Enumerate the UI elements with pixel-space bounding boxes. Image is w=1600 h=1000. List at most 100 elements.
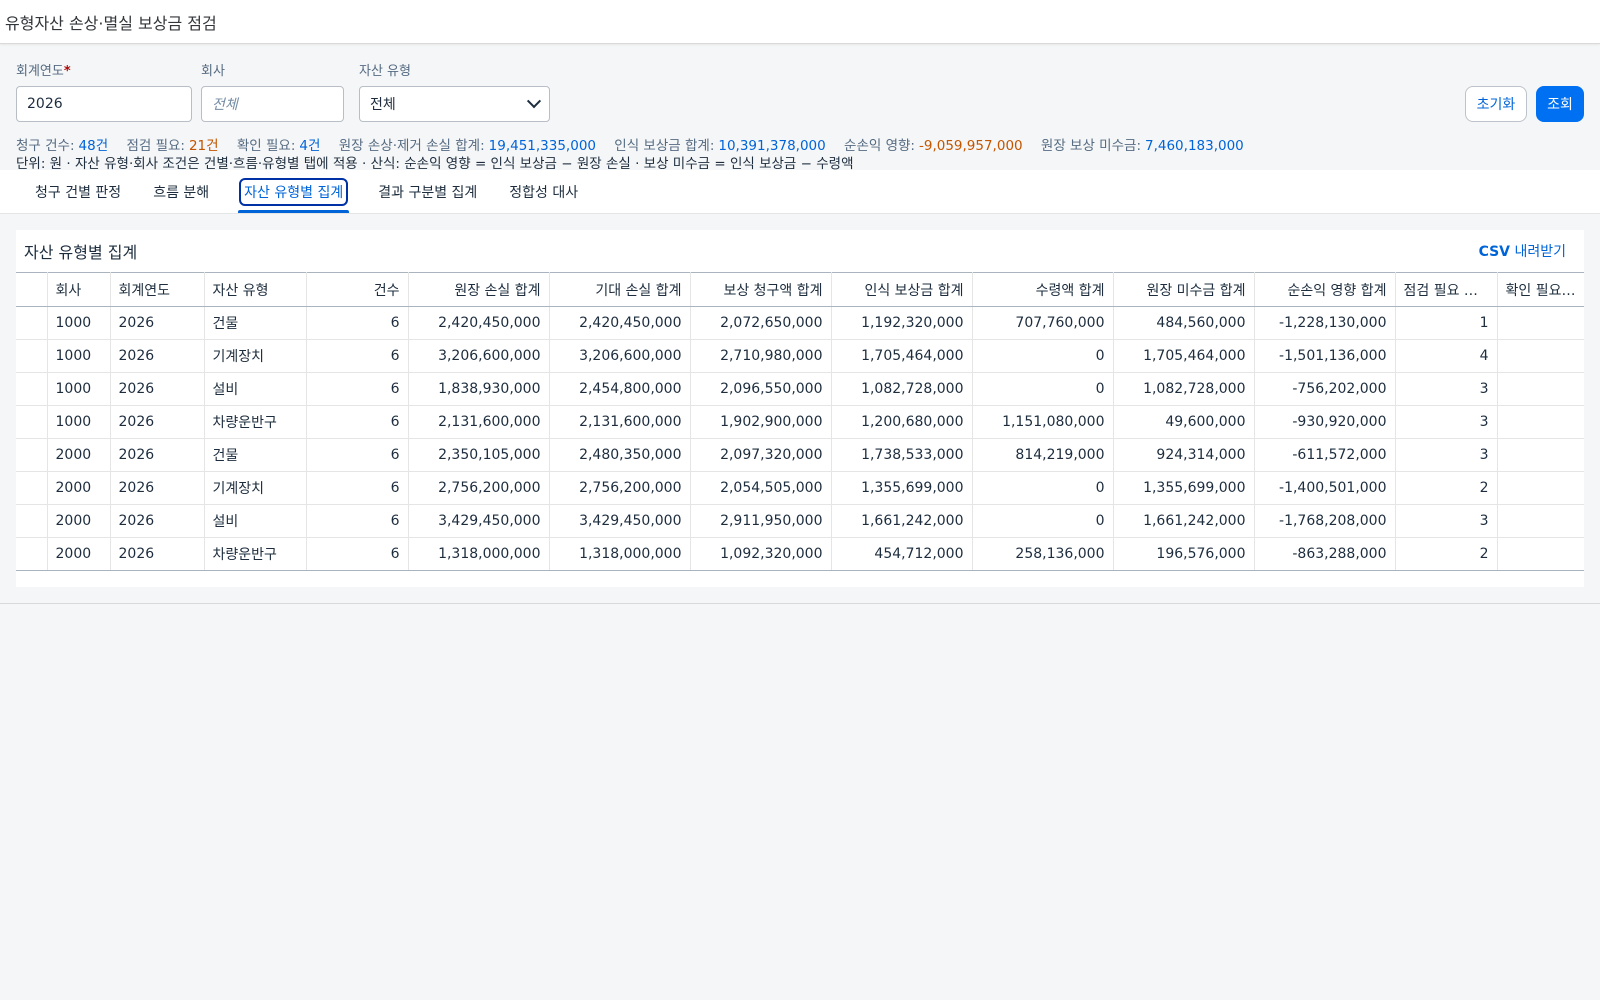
tab-asset-type-summary[interactable]: 자산 유형별 집계 bbox=[225, 170, 362, 213]
table-cell: 1000 bbox=[47, 339, 111, 373]
kpi-receivable: 원장 보상 미수금: 7,460,183,000 bbox=[1040, 138, 1244, 154]
col-check-needed[interactable]: 확인 필요 건수 bbox=[1497, 272, 1584, 307]
table-cell: 454,712,000 bbox=[831, 537, 973, 571]
table-cell: -1,400,501,000 bbox=[1254, 471, 1396, 505]
col-claim-amount[interactable]: 보상 청구액 합계 bbox=[690, 272, 832, 307]
col-recognized[interactable]: 인식 보상금 합계 bbox=[831, 272, 973, 307]
table-cell: 1,082,728,000 bbox=[831, 372, 973, 406]
table-row[interactable]: 2000 2026 설비 6 3,429,450,000 3,429,450,000 2,9… bbox=[16, 504, 1584, 538]
table-cell: -611,572,000 bbox=[1254, 438, 1396, 472]
asset-type-value: 전체 bbox=[370, 97, 396, 113]
table-cell: 기계장치 bbox=[204, 471, 307, 505]
table-cell bbox=[16, 306, 48, 340]
content-area: 자산 유형별 집계 CSV 내려받기 회사 회계연도 자산 유형 건수 원장 손… bbox=[0, 214, 1600, 604]
table-cell: 484,560,000 bbox=[1113, 306, 1255, 340]
table-cell: 1,318,000,000 bbox=[549, 537, 691, 571]
table-cell: 6 bbox=[306, 372, 409, 406]
col-received[interactable]: 수령액 합계 bbox=[972, 272, 1114, 307]
table-cell: 1,318,000,000 bbox=[408, 537, 550, 571]
table-cell: 0 bbox=[972, 372, 1114, 406]
table-cell: 2000 bbox=[47, 438, 111, 472]
col-asset-type[interactable]: 자산 유형 bbox=[204, 272, 307, 307]
table-cell: 2000 bbox=[47, 504, 111, 538]
table-cell bbox=[1497, 372, 1584, 406]
table-row[interactable]: 2000 2026 차량운반구 6 1,318,000,000 1,318,000,000… bbox=[16, 537, 1584, 571]
table-cell bbox=[16, 504, 48, 538]
table-cell: 1 bbox=[1395, 306, 1498, 340]
table-cell: 설비 bbox=[204, 504, 307, 538]
table-cell bbox=[16, 339, 48, 373]
col-expected-loss[interactable]: 기대 손실 합계 bbox=[549, 272, 691, 307]
table-cell: -1,228,130,000 bbox=[1254, 306, 1396, 340]
table-cell: 1,151,080,000 bbox=[972, 405, 1114, 439]
search-button[interactable]: 조회 bbox=[1536, 86, 1584, 122]
table-cell: 2,131,600,000 bbox=[408, 405, 550, 439]
table-row[interactable]: 2000 2026 기계장치 6 2,756,200,000 2,756,200,000 2… bbox=[16, 471, 1584, 505]
table-cell: 0 bbox=[972, 471, 1114, 505]
panel-title: 자산 유형별 집계 bbox=[24, 243, 138, 262]
table-cell: 258,136,000 bbox=[972, 537, 1114, 571]
table-row[interactable]: 2000 2026 건물 6 2,350,105,000 2,480,350,000 2,0… bbox=[16, 438, 1584, 472]
filter-actions: 초기화 조회 bbox=[1465, 86, 1584, 122]
table-cell: -1,768,208,000 bbox=[1254, 504, 1396, 538]
col-net-impact[interactable]: 순손익 영향 합계 bbox=[1254, 272, 1396, 307]
asset-type-select[interactable]: 전체 bbox=[359, 86, 550, 122]
table-cell: 2,072,650,000 bbox=[690, 306, 832, 340]
summary-strip: 청구 건수: 48건 점검 필요: 21건 확인 필요: 4건 원장 손상·제거 손실… bbox=[0, 134, 1600, 172]
table-cell: 2,454,800,000 bbox=[549, 372, 691, 406]
tab-flow-breakdown[interactable]: 흐름 분해 bbox=[137, 170, 225, 213]
table-row[interactable]: 1000 2026 설비 6 1,838,930,000 2,454,800,000 2,0… bbox=[16, 372, 1584, 406]
col-company[interactable]: 회사 bbox=[47, 272, 111, 307]
table-cell: 1000 bbox=[47, 405, 111, 439]
reset-button[interactable]: 초기화 bbox=[1465, 86, 1527, 122]
col-receivable[interactable]: 원장 미수금 합계 bbox=[1113, 272, 1255, 307]
year-input[interactable]: 2026 bbox=[16, 86, 192, 122]
table-cell: 2,710,980,000 bbox=[690, 339, 832, 373]
table-cell: 6 bbox=[306, 438, 409, 472]
table-cell: 49,600,000 bbox=[1113, 405, 1255, 439]
table-cell: 1,092,320,000 bbox=[690, 537, 832, 571]
table-cell bbox=[16, 438, 48, 472]
csv-download-link[interactable]: CSV 내려받기 bbox=[1479, 241, 1566, 261]
col-review-needed[interactable]: 점검 필요 건수 bbox=[1395, 272, 1498, 307]
table-cell: 1,192,320,000 bbox=[831, 306, 973, 340]
table-cell: 3 bbox=[1395, 405, 1498, 439]
table-cell: 건물 bbox=[204, 438, 307, 472]
table-cell: 2,096,550,000 bbox=[690, 372, 832, 406]
table-cell: 건물 bbox=[204, 306, 307, 340]
col-ledger-loss[interactable]: 원장 손실 합계 bbox=[408, 272, 550, 307]
table-cell: 2,420,450,000 bbox=[549, 306, 691, 340]
table-cell: 2,350,105,000 bbox=[408, 438, 550, 472]
col-select[interactable] bbox=[16, 272, 48, 307]
table-cell: 2000 bbox=[47, 537, 111, 571]
table-row[interactable]: 1000 2026 기계장치 6 3,206,600,000 3,206,600,000 2… bbox=[16, 339, 1584, 373]
table-cell bbox=[1497, 504, 1584, 538]
table-cell: 2,480,350,000 bbox=[549, 438, 691, 472]
table-cell: 3,206,600,000 bbox=[408, 339, 550, 373]
table-cell: 차량운반구 bbox=[204, 405, 307, 439]
table-cell: -930,920,000 bbox=[1254, 405, 1396, 439]
table-cell: 1,838,930,000 bbox=[408, 372, 550, 406]
summary-note: 단위: 원 · 자산 유형·회사 조건은 건별·흐름·유형별 탭에 적용 · 산… bbox=[16, 156, 854, 172]
table-row[interactable]: 1000 2026 차량운반구 6 2,131,600,000 2,131,600,000… bbox=[16, 405, 1584, 439]
table-cell: 3,429,450,000 bbox=[549, 504, 691, 538]
table-cell: 924,314,000 bbox=[1113, 438, 1255, 472]
tab-reconciliation[interactable]: 정합성 대사 bbox=[493, 170, 594, 213]
company-input[interactable]: 전체 bbox=[201, 86, 344, 122]
app-title: 유형자산 손상·멸실 보상금 점검 bbox=[5, 13, 217, 33]
tab-claim-detail[interactable]: 청구 건별 판정 bbox=[19, 170, 137, 213]
col-count[interactable]: 건수 bbox=[306, 272, 409, 307]
table-cell: 2026 bbox=[110, 471, 205, 505]
table-cell: 2,911,950,000 bbox=[690, 504, 832, 538]
tab-result-summary[interactable]: 결과 구분별 집계 bbox=[362, 170, 493, 213]
table-cell: 2,131,600,000 bbox=[549, 405, 691, 439]
table-row[interactable]: 1000 2026 건물 6 2,420,450,000 2,420,450,000 2,0… bbox=[16, 306, 1584, 340]
table-cell: 1,738,533,000 bbox=[831, 438, 973, 472]
panel-header: 자산 유형별 집계 CSV 내려받기 bbox=[16, 230, 1584, 272]
table-cell bbox=[16, 372, 48, 406]
table-cell: 1000 bbox=[47, 372, 111, 406]
asset-type-field: 자산 유형 전체 bbox=[359, 60, 550, 134]
col-year[interactable]: 회계연도 bbox=[110, 272, 205, 307]
table-cell: 6 bbox=[306, 471, 409, 505]
table-cell: 4 bbox=[1395, 339, 1498, 373]
